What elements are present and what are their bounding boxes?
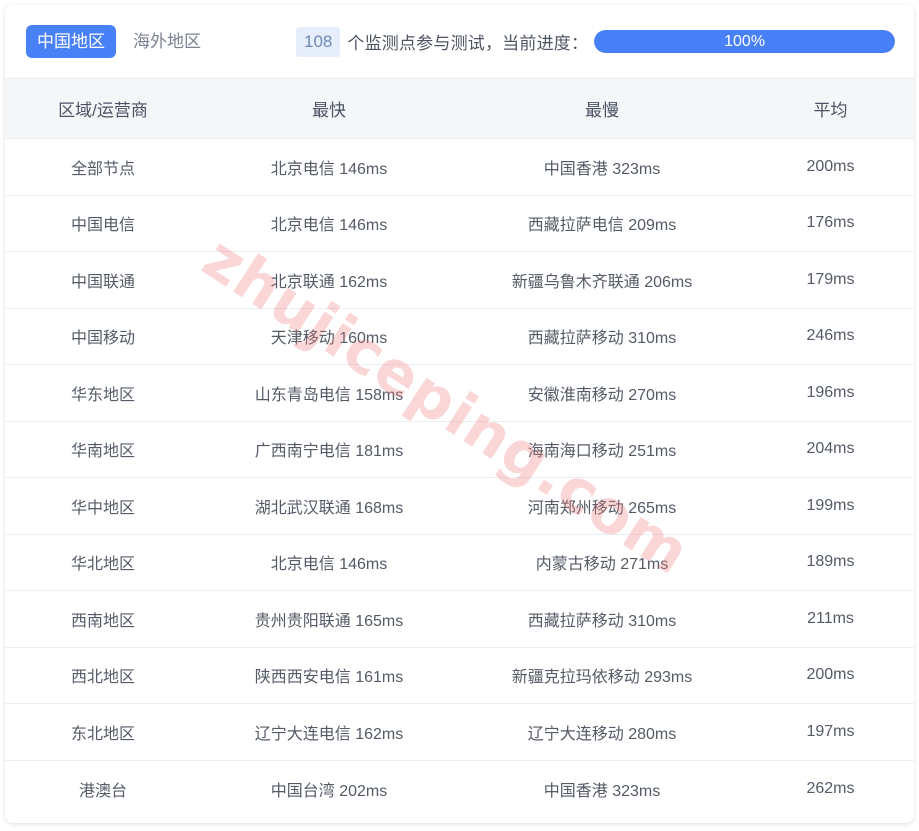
slowest-cell: 新疆乌鲁木齐联通 206ms: [457, 251, 747, 309]
average-cell: 262ms: [806, 779, 855, 797]
slowest-cell: 内蒙古移动 271ms: [457, 534, 747, 591]
toolbar: 中国地区 海外地区 108 个监测点参与测试，当前进度： 100%: [5, 5, 914, 78]
region-cell: 中国移动: [5, 308, 201, 365]
table-row[interactable]: 华中地区 湖北武汉联通 168ms 河南郑州移动 265ms 199ms: [5, 477, 914, 535]
slowest-cell: 西藏拉萨移动 310ms: [457, 590, 747, 648]
fastest-cell: 陕西西安电信 161ms: [201, 647, 457, 704]
region-cell: 中国联通: [5, 251, 201, 309]
column-header-region: 区域/运营商: [5, 78, 201, 139]
fastest-cell: 贵州贵阳联通 165ms: [201, 590, 457, 648]
progress-description: 个监测点参与测试，当前进度：: [347, 34, 589, 53]
ping-test-result-page: 中国地区 海外地区 108 个监测点参与测试，当前进度： 100% 区域/运营商…: [0, 0, 919, 831]
table-row[interactable]: 华北地区 北京电信 146ms 内蒙古移动 271ms 189ms: [5, 534, 914, 591]
tab-overseas-region[interactable]: 海外地区: [122, 25, 212, 58]
slowest-cell: 河南郑州移动 265ms: [457, 477, 747, 535]
region-cell: 华中地区: [5, 477, 201, 535]
progress-bar: 100%: [594, 30, 895, 53]
slowest-cell: 海南海口移动 251ms: [457, 421, 747, 478]
region-cell: 西北地区: [5, 647, 201, 704]
tab-china-region[interactable]: 中国地区: [26, 25, 116, 58]
column-header-slowest: 最慢: [457, 78, 747, 139]
progress-bar-fill: 100%: [594, 30, 895, 53]
table-row[interactable]: 西北地区 陕西西安电信 161ms 新疆克拉玛依移动 293ms 200ms: [5, 647, 914, 704]
average-cell: 246ms: [747, 308, 914, 365]
fastest-cell: 北京电信 146ms: [201, 195, 457, 252]
average-cell: 179ms: [747, 251, 914, 309]
slowest-cell: 辽宁大连移动 280ms: [457, 703, 747, 761]
column-header-fastest: 最快: [201, 78, 457, 139]
average-cell: 189ms: [747, 534, 914, 591]
fastest-cell: 北京联通 162ms: [201, 251, 457, 309]
table-row[interactable]: 华南地区 广西南宁电信 181ms 海南海口移动 251ms 204ms: [5, 421, 914, 478]
table-row[interactable]: 东北地区 辽宁大连电信 162ms 辽宁大连移动 280ms 197ms: [5, 703, 914, 761]
fastest-cell: 山东青岛电信 158ms: [201, 364, 457, 422]
slowest-cell: 安徽淮南移动 270ms: [457, 364, 747, 422]
table-body: 全部节点 北京电信 146ms 中国香港 323ms 200ms 中国电信 北京电信 14…: [5, 138, 914, 817]
fastest-cell: 辽宁大连电信 162ms: [201, 703, 457, 761]
region-cell: 全部节点: [5, 138, 201, 196]
fastest-cell: 中国台湾 202ms: [270, 782, 388, 800]
average-cell: 196ms: [747, 364, 914, 422]
average-cell: 200ms: [747, 647, 914, 704]
average-cell: 204ms: [747, 421, 914, 478]
average-cell: 211ms: [747, 590, 914, 648]
table-row[interactable]: 港澳台 中国台湾 202ms 中国香港 323ms 262ms: [5, 760, 914, 817]
table-header: 区域/运营商 最快 最慢 平均: [5, 78, 914, 139]
table-row[interactable]: 全部节点 北京电信 146ms 中国香港 323ms 200ms: [5, 138, 914, 196]
table-header-row: 区域/运营商 最快 最慢 平均: [5, 78, 914, 139]
fastest-cell: 北京电信 146ms: [201, 534, 457, 591]
region-cell: 西南地区: [5, 590, 201, 648]
region-cell: 华南地区: [5, 421, 201, 478]
monitor-count-badge: 108: [296, 26, 341, 57]
latency-results-table: 区域/运营商 最快 最慢 平均 全部节点 北京电信 146ms 中国香港 323ms…: [5, 78, 914, 817]
column-header-average: 平均: [747, 78, 914, 139]
result-card: 中国地区 海外地区 108 个监测点参与测试，当前进度： 100% 区域/运营商…: [5, 5, 914, 823]
region-cell: 华北地区: [5, 534, 201, 591]
slowest-cell: 中国香港 323ms: [543, 782, 661, 800]
average-cell: 200ms: [747, 138, 914, 196]
fastest-cell: 北京电信 146ms: [201, 138, 457, 196]
fastest-cell: 广西南宁电信 181ms: [201, 421, 457, 478]
region-cell: 东北地区: [5, 703, 201, 761]
fastest-cell: 湖北武汉联通 168ms: [201, 477, 457, 535]
fastest-cell: 天津移动 160ms: [201, 308, 457, 365]
slowest-cell: 西藏拉萨移动 310ms: [457, 308, 747, 365]
slowest-cell: 中国香港 323ms: [457, 138, 747, 196]
average-cell: 199ms: [747, 477, 914, 535]
table-row[interactable]: 中国联通 北京联通 162ms 新疆乌鲁木齐联通 206ms 179ms: [5, 251, 914, 309]
progress-percent-label: 100%: [724, 32, 766, 50]
table-row[interactable]: 中国移动 天津移动 160ms 西藏拉萨移动 310ms 246ms: [5, 308, 914, 365]
slowest-cell: 西藏拉萨电信 209ms: [457, 195, 747, 252]
region-tab-group: 中国地区 海外地区: [26, 25, 212, 58]
slowest-cell: 新疆克拉玛依移动 293ms: [457, 647, 747, 704]
average-cell: 197ms: [747, 703, 914, 761]
region-cell: 华东地区: [5, 364, 201, 422]
table-row[interactable]: 中国电信 北京电信 146ms 西藏拉萨电信 209ms 176ms: [5, 195, 914, 252]
region-cell: 中国电信: [5, 195, 201, 252]
progress-section: 108 个监测点参与测试，当前进度： 100%: [296, 26, 914, 57]
table-row[interactable]: 华东地区 山东青岛电信 158ms 安徽淮南移动 270ms 196ms: [5, 364, 914, 422]
table-row[interactable]: 西南地区 贵州贵阳联通 165ms 西藏拉萨移动 310ms 211ms: [5, 590, 914, 648]
region-cell: 港澳台: [78, 782, 127, 800]
average-cell: 176ms: [747, 195, 914, 252]
